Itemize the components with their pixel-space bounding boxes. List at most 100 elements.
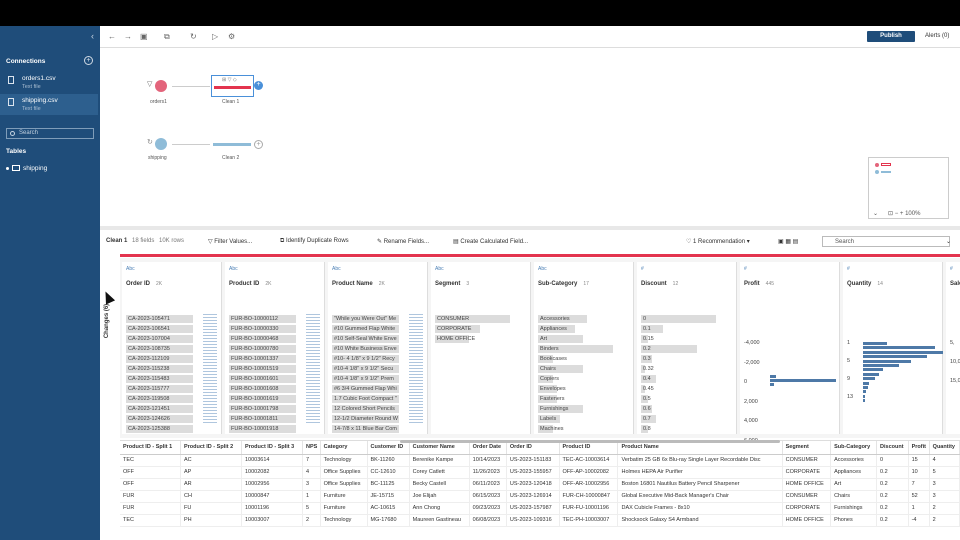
table-cell[interactable]: 0.2 [876, 514, 909, 527]
table-cell[interactable]: Art [830, 478, 878, 491]
table-cell[interactable]: AC [180, 454, 243, 467]
value-bin[interactable]: 12-1/2 Diameter Round W [332, 414, 420, 424]
table-cell[interactable]: 52 [908, 490, 930, 503]
add-step-button[interactable]: + [254, 81, 263, 90]
shipping-input-node[interactable] [155, 138, 167, 150]
table-cell[interactable]: 0.2 [876, 478, 909, 491]
filter-values-button[interactable]: ▽ Filter Values... [208, 238, 252, 245]
table-cell[interactable]: CONSUMER [782, 490, 832, 503]
table-cell[interactable]: FUR-CH-10000847 [559, 490, 619, 503]
value-bin[interactable]: CA-2023-119508 [126, 394, 214, 404]
value-bin[interactable]: CA-2023-124626 [126, 414, 214, 424]
profile-card-quantity[interactable]: # Quantity 14 1 5 9 13 [843, 262, 943, 434]
value-bin[interactable]: FUR-BO-10000112 [229, 314, 317, 324]
column-header[interactable]: Profit [908, 441, 930, 455]
table-cell[interactable]: OFF-AR-10002956 [559, 478, 619, 491]
table-cell[interactable]: US-2023-126914 [506, 490, 560, 503]
value-bin[interactable]: Accessories [538, 314, 626, 324]
value-bin[interactable]: FUR-BO-10000780 [229, 344, 317, 354]
table-cell[interactable]: Technology [320, 454, 368, 467]
table-cell[interactable]: Furnishings [830, 502, 878, 515]
zoom-controls[interactable]: ⌄ ⊡ − + 100% [873, 210, 920, 217]
value-bin[interactable]: CA-2023-106541 [126, 324, 214, 334]
table-cell[interactable]: 0.2 [876, 466, 909, 479]
table-cell[interactable]: 10003007 [241, 514, 304, 527]
column-header[interactable]: Segment [782, 441, 832, 455]
table-cell[interactable]: Berenike Kampe [409, 454, 470, 467]
table-item-shipping[interactable]: shipping [6, 165, 47, 172]
histogram-bar[interactable] [863, 346, 935, 350]
recommendation-button[interactable]: ♡ 1 Recommendation ▾ [686, 238, 750, 245]
histogram-bar[interactable] [863, 390, 867, 394]
column-header[interactable]: Product ID - Split 3 [241, 441, 304, 455]
table-cell[interactable]: 10002956 [241, 478, 304, 491]
table-cell[interactable]: 4 [929, 454, 960, 467]
column-header[interactable]: Product ID - Split 2 [180, 441, 243, 455]
connection-orders1[interactable]: orders1.csv Text file [0, 72, 98, 93]
value-bin[interactable]: FUR-BO-10001519 [229, 364, 317, 374]
table-cell[interactable]: CH [180, 490, 243, 503]
table-row[interactable]: FUR CH 10000847 1 Furniture JE-15715 Joe Elija… [120, 490, 960, 503]
table-cell[interactable]: Phones [830, 514, 878, 527]
table-cell[interactable]: HOME OFFICE [782, 478, 832, 491]
table-cell[interactable]: FUR [120, 490, 181, 503]
settings-icon[interactable]: ⚙ [228, 32, 235, 41]
table-cell[interactable]: OFF [120, 466, 181, 479]
profile-card-profit[interactable]: #Profit445-4,000-2,00002,0004,0006,000 [740, 262, 840, 444]
table-cell[interactable]: 06/08/2023 [469, 514, 507, 527]
table-cell[interactable]: Holmes HEPA Air Purifier [617, 466, 783, 479]
field-name[interactable]: Sub-Category 17 [538, 281, 589, 287]
column-header[interactable]: Quantity [929, 441, 960, 455]
table-row[interactable]: FUR FU 10001196 5 Furniture AC-10615 Ann Chong… [120, 502, 960, 515]
histogram-bar[interactable] [863, 399, 865, 403]
table-cell[interactable]: Appliances [830, 466, 878, 479]
table-row[interactable]: TEC AC 10003614 7 Technology BK-11260 Berenike… [120, 454, 960, 467]
table-cell[interactable]: PH [180, 514, 243, 527]
value-bin[interactable]: FUR-BO-10001608 [229, 384, 317, 394]
value-bin[interactable]: "While you Were Out" Me [332, 314, 420, 324]
table-cell[interactable]: Global Executive Mid-Back Manager's Chai… [617, 490, 783, 503]
forward-icon[interactable]: → [124, 32, 132, 41]
table-cell[interactable]: CORPORATE [782, 502, 832, 515]
table-row[interactable]: OFF AR 10002956 3 Office Supplies BC-11125 Bec… [120, 478, 960, 491]
table-row[interactable]: TEC PH 10003007 2 Technology MG-17680 Maureen … [120, 514, 960, 527]
table-cell[interactable]: Joe Elijah [409, 490, 470, 503]
table-cell[interactable]: 1 [302, 490, 321, 503]
rename-fields-button[interactable]: ✎ Rename Fields... [377, 238, 429, 245]
column-header[interactable]: Product ID - Split 1 [120, 441, 181, 455]
calculated-field-button[interactable]: ▤ Create Calculated Field... [453, 238, 528, 245]
table-cell[interactable]: 2 [929, 502, 960, 515]
table-cell[interactable]: Furniture [320, 502, 368, 515]
value-bin[interactable]: #10 Gummed Flap White [332, 324, 420, 334]
value-bin[interactable]: CA-2023-125388 [126, 424, 214, 434]
flow-canvas[interactable]: ▽ orders1 ⊞ ▽ ◇ + Clean 1 ↻ shipping + C… [100, 48, 960, 226]
value-bin[interactable]: 1.7 Cubic Foot Compact " [332, 394, 420, 404]
value-bin[interactable]: 0.6 [641, 404, 729, 414]
field-name[interactable]: Discount 12 [641, 281, 678, 287]
value-bin[interactable]: FUR-BO-10001918 [229, 424, 317, 434]
histogram-bar[interactable] [863, 372, 879, 376]
value-bin[interactable]: #10-4 1/8" x 9 1/2" Secu [332, 364, 420, 374]
histogram-bar[interactable] [863, 368, 883, 372]
value-bin[interactable]: 0.45 [641, 384, 729, 394]
table-cell[interactable]: US-2023-157987 [506, 502, 560, 515]
value-bin[interactable]: #6 3/4 Gummed Flap Whi [332, 384, 420, 394]
column-header[interactable]: Category [320, 441, 368, 455]
table-cell[interactable]: 2 [929, 514, 960, 527]
table-cell[interactable]: HOME OFFICE [782, 514, 832, 527]
collapse-sidebar-icon[interactable]: ‹ [91, 31, 94, 41]
table-cell[interactable]: 10/14/2023 [469, 454, 507, 467]
table-cell[interactable]: TEC-AC-10003614 [559, 454, 619, 467]
table-cell[interactable]: 0.2 [876, 490, 909, 503]
table-cell[interactable]: 0.2 [876, 502, 909, 515]
table-cell[interactable]: FUR [120, 502, 181, 515]
table-cell[interactable]: TEC [120, 514, 181, 527]
refresh-icon[interactable]: ↻ [190, 32, 197, 41]
clean1-step-node[interactable]: ⊞ ▽ ◇ [211, 75, 254, 97]
field-name[interactable]: Product ID 2K [229, 281, 271, 287]
value-bin[interactable]: FUR-BO-10001811 [229, 414, 317, 424]
publish-button[interactable]: Publish [867, 31, 915, 42]
table-cell[interactable]: 09/23/2023 [469, 502, 507, 515]
value-bin[interactable]: CA-2023-121451 [126, 404, 214, 414]
identify-duplicates-button[interactable]: ⧉ Identify Duplicate Rows [280, 238, 349, 245]
